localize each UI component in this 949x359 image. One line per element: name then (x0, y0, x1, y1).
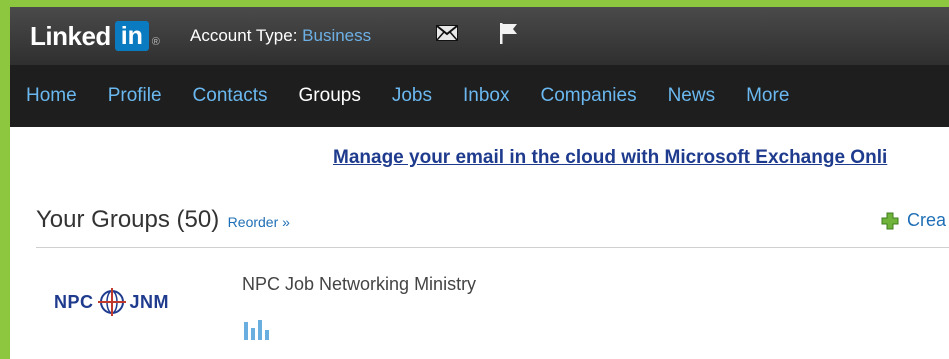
nav-item-news[interactable]: News (668, 85, 716, 107)
nav-item-groups[interactable]: Groups (299, 85, 361, 107)
section-divider (36, 247, 949, 248)
group-name-link[interactable]: NPC Job Networking Ministry (242, 274, 476, 295)
reorder-link[interactable]: Reorder » (228, 214, 290, 230)
bar-chart-icon[interactable] (243, 318, 271, 340)
logo-text: Linked (30, 20, 111, 51)
nav-item-contacts[interactable]: Contacts (193, 85, 268, 107)
groups-header: Your Groups (50) Reorder » (36, 206, 290, 234)
account-type-label: Account Type: (190, 26, 298, 45)
plus-icon (881, 212, 899, 229)
flag-icon[interactable] (498, 21, 520, 45)
account-type: Account Type: Business (190, 26, 371, 46)
group-logo-left-text: NPC (54, 291, 94, 312)
logo-in-box: in (114, 21, 149, 51)
globe-cross-icon (97, 288, 126, 316)
page-title: Your Groups (50) (36, 206, 220, 233)
create-group-label: Crea (907, 210, 947, 230)
top-bar: Linked in ® Account Type: Business (10, 7, 949, 65)
linkedin-logo[interactable]: Linked in ® (30, 18, 160, 54)
frame-border-top (0, 0, 949, 7)
create-group-button[interactable]: Crea (881, 210, 946, 231)
nav-item-more[interactable]: More (746, 85, 789, 107)
group-logo-right-text: JNM (129, 291, 170, 312)
logo-registered-mark: ® (151, 36, 160, 48)
nav-items: Home Profile Contacts Groups Jobs Inbox … (26, 85, 820, 107)
frame-border-left (0, 0, 10, 359)
promo-link[interactable]: Manage your email in the cloud with Micr… (333, 147, 887, 169)
page-frame: Linked in ® Account Type: Business Home … (0, 0, 949, 359)
nav-item-jobs[interactable]: Jobs (392, 85, 432, 107)
main-nav: Home Profile Contacts Groups Jobs Inbox … (10, 65, 949, 127)
nav-item-companies[interactable]: Companies (540, 85, 636, 107)
nav-item-home[interactable]: Home (26, 85, 77, 107)
account-type-value[interactable]: Business (302, 26, 371, 45)
group-logo[interactable]: NPC JNM (54, 288, 169, 316)
nav-item-inbox[interactable]: Inbox (463, 85, 509, 107)
nav-item-profile[interactable]: Profile (108, 85, 162, 107)
mail-icon[interactable] (436, 25, 458, 41)
